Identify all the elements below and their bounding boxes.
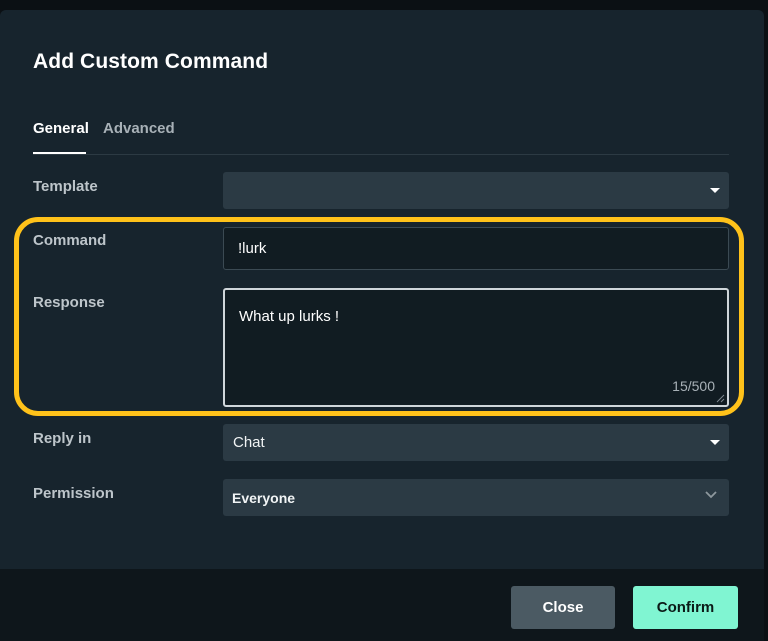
add-command-dialog: Add Custom Command General Advanced Temp… <box>0 10 764 641</box>
template-select[interactable] <box>223 172 729 209</box>
command-label: Command <box>33 232 107 249</box>
resize-handle-icon[interactable] <box>716 394 725 403</box>
tab-bar: General Advanced <box>33 120 729 155</box>
reply-in-select-value: Chat <box>233 434 265 451</box>
close-button[interactable]: Close <box>511 586 615 629</box>
response-label: Response <box>33 294 105 311</box>
command-input-value: !lurk <box>238 240 267 257</box>
dialog-title: Add Custom Command <box>33 50 269 73</box>
permission-select-value: Everyone <box>232 490 296 506</box>
tab-general[interactable]: General <box>33 120 89 154</box>
template-label: Template <box>33 178 98 195</box>
permission-select[interactable]: Everyone <box>223 479 729 516</box>
command-input[interactable]: !lurk <box>223 227 729 270</box>
character-counter: 15/500 <box>672 378 715 394</box>
response-textarea[interactable]: What up lurks ! 15/500 <box>223 288 729 407</box>
chevron-down-icon <box>705 491 717 499</box>
tab-advanced[interactable]: Advanced <box>103 120 175 154</box>
response-textarea-value: What up lurks ! <box>239 308 340 325</box>
confirm-button[interactable]: Confirm <box>633 586 738 629</box>
reply-in-label: Reply in <box>33 430 92 447</box>
caret-down-icon <box>710 440 720 445</box>
dialog-footer: Close Confirm <box>0 569 764 641</box>
caret-down-icon <box>710 188 720 193</box>
reply-in-select[interactable]: Chat <box>223 424 729 461</box>
permission-label: Permission <box>33 485 114 502</box>
